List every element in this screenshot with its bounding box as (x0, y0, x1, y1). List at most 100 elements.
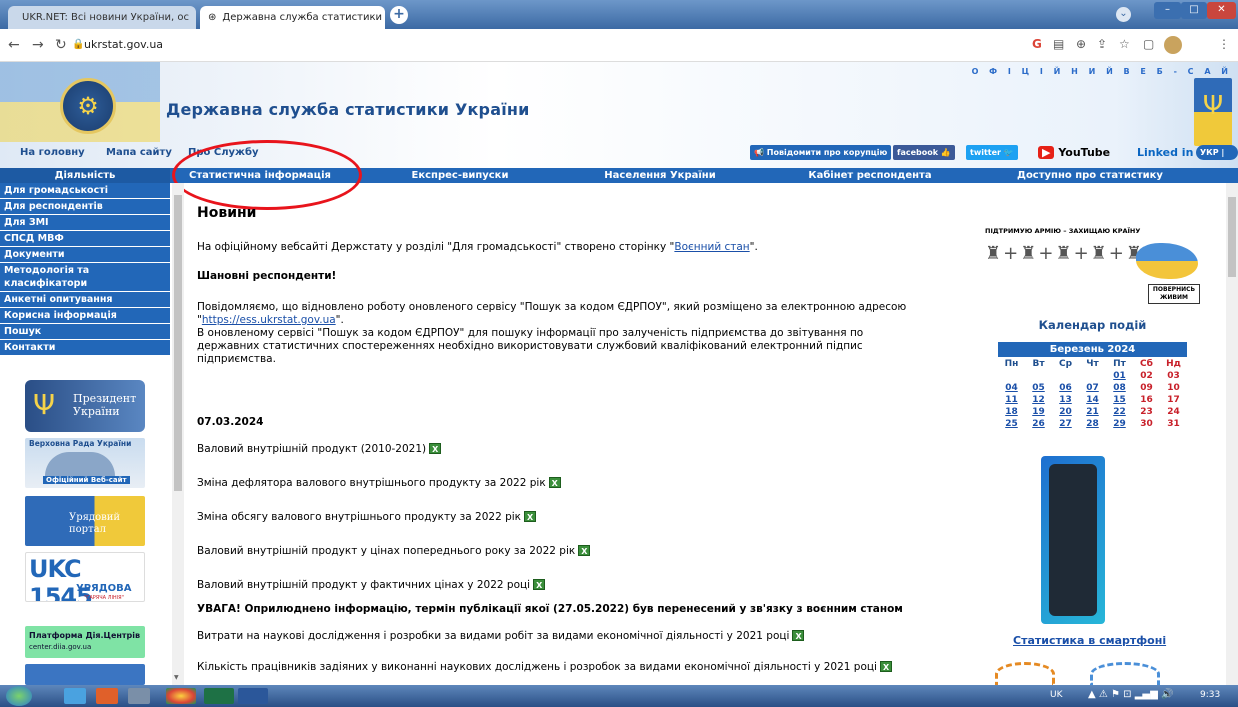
excel-icon[interactable] (524, 511, 537, 524)
news-item[interactable]: Зміна обсягу валового внутрішнього проду… (197, 511, 957, 524)
news-item[interactable]: Валовий внутрішній продукт (2010-2021) (197, 443, 957, 456)
calendar-day[interactable]: 13 (1052, 395, 1079, 405)
news-item[interactable]: Валовий внутрішній продукт у фактичних ц… (197, 579, 957, 592)
excel-taskbar-icon[interactable] (204, 688, 234, 704)
translate-icon[interactable]: ▤ (1053, 37, 1064, 51)
calendar-day[interactable]: 19 (1025, 407, 1052, 417)
calendar-day[interactable]: 12 (1025, 395, 1052, 405)
news-item[interactable]: Валовий внутрішній продукт у цінах попер… (197, 545, 957, 558)
home-link[interactable]: На головну (20, 147, 85, 158)
calendar-day[interactable]: 29 (1106, 419, 1133, 429)
come-back-alive-badge[interactable]: ПОВЕРНИСЬ ЖИВИМ (1148, 284, 1200, 304)
twitter-button[interactable]: twitter 🐦 (966, 145, 1018, 160)
news-item[interactable]: Витрати на наукові дослідження і розробк… (197, 630, 957, 643)
scrollbar-thumb[interactable] (1228, 197, 1236, 277)
calendar-day[interactable]: 22 (1106, 407, 1133, 417)
excel-icon[interactable] (429, 443, 442, 456)
news-item-label[interactable]: Зміна дефлятора валового внутрішнього пр… (197, 477, 546, 489)
news-item-label[interactable]: Витрати на наукові дослідження і розробк… (197, 630, 789, 642)
calendar-day[interactable]: 26 (1025, 419, 1052, 429)
ukrstat-logo-icon[interactable]: ⚙ (60, 78, 116, 134)
language-indicator[interactable]: UK (1050, 690, 1063, 700)
zoom-icon[interactable]: ⊕ (1076, 37, 1086, 51)
nav-activity[interactable]: Діяльність (0, 168, 170, 183)
calendar-day[interactable]: 27 (1052, 419, 1079, 429)
news-item[interactable]: Зміна дефлятора валового внутрішнього пр… (197, 477, 957, 490)
calendar-day[interactable]: 18 (998, 407, 1025, 417)
calendar-day[interactable]: 05 (1025, 383, 1052, 393)
tab-ukrstat[interactable]: ⊛ Державна служба статистики Ук ✕ (200, 6, 385, 29)
google-translate-icon[interactable]: G (1032, 37, 1042, 51)
smartphone-banner[interactable] (1041, 456, 1105, 624)
excel-icon[interactable] (879, 661, 892, 674)
banner-president[interactable]: Ψ Президент України (25, 380, 145, 432)
bookmark-star-icon[interactable]: ☆ (1119, 37, 1130, 51)
reload-icon[interactable]: ↻ (55, 37, 67, 53)
sidebar-item-surveys[interactable]: Анкетні опитування (0, 292, 170, 308)
tab-ukrnet[interactable]: UKR.NET: Всі новини України, ос ✕ (8, 6, 196, 29)
close-icon[interactable]: ✕ (195, 11, 196, 24)
news-item-label[interactable]: Кількість працівників задіяних у виконан… (197, 661, 877, 673)
calendar-day[interactable]: 20 (1052, 407, 1079, 417)
youtube-button[interactable]: ▶ YouTube (1034, 145, 1114, 160)
excel-icon[interactable] (578, 545, 591, 558)
nav-population[interactable]: Населення України (570, 168, 750, 183)
explorer-icon[interactable] (64, 688, 86, 704)
banner-agency[interactable] (25, 664, 145, 685)
excel-icon[interactable] (533, 579, 546, 592)
calendar-day[interactable]: 06 (1052, 383, 1079, 393)
news-item-label[interactable]: Зміна обсягу валового внутрішнього проду… (197, 511, 521, 523)
minimize-button[interactable]: – (1154, 2, 1181, 19)
language-switch[interactable]: УКР | ENG (1196, 145, 1238, 160)
sidebar-scrollbar[interactable]: ▼ (172, 183, 184, 685)
app-icon[interactable] (128, 688, 150, 704)
excel-icon[interactable] (792, 630, 805, 643)
window-close-button[interactable]: ✕ (1207, 2, 1236, 19)
linkedin-button[interactable]: Linked in (1133, 145, 1197, 160)
facebook-button[interactable]: facebook 👍 (893, 145, 955, 160)
word-taskbar-icon[interactable] (238, 688, 268, 704)
sidebar-item-public[interactable]: Для громадськості (0, 183, 170, 199)
clock[interactable]: 9:33 (1200, 690, 1220, 700)
sidebar-item-contacts[interactable]: Контакти (0, 340, 170, 356)
side-panel-icon[interactable]: ▢ (1143, 37, 1154, 51)
news-item-label[interactable]: Валовий внутрішній продукт (2010-2021) (197, 443, 426, 455)
sidebar-item-useful-info[interactable]: Корисна інформація (0, 308, 170, 324)
sidebar-item-documents[interactable]: Документи (0, 247, 170, 263)
news-item-label[interactable]: Валовий внутрішній продукт у фактичних ц… (197, 579, 530, 591)
sidebar-item-respondents[interactable]: Для респондентів (0, 199, 170, 215)
calendar-day[interactable]: 11 (998, 395, 1025, 405)
calendar-day[interactable]: 01 (1106, 371, 1133, 381)
banner-government-portal[interactable]: Урядовий портал (25, 496, 145, 546)
sidebar-item-sdds[interactable]: СПСД МВФ (0, 231, 170, 247)
calendar-day[interactable]: 14 (1079, 395, 1106, 405)
war-state-link[interactable]: Воєнний стан (674, 241, 749, 253)
army-banner[interactable]: ♜+♜+♜+♜+♜= (985, 243, 1159, 295)
smartphone-stats-link[interactable]: Статистика в смартфоні (1013, 634, 1166, 647)
sitemap-link[interactable]: Мапа сайту (106, 147, 172, 158)
new-tab-button[interactable]: + (390, 6, 408, 24)
banner-rada[interactable]: Верховна Рада України Офіційний Веб-сайт (25, 438, 145, 488)
tab-search-icon[interactable]: ⌄ (1116, 7, 1131, 22)
calendar-day[interactable]: 07 (1079, 383, 1106, 393)
sidebar-item-methodology[interactable]: Методологія та класифікатори (0, 263, 170, 292)
menu-dots-icon[interactable]: ⋮ (1218, 37, 1230, 51)
news-item[interactable]: Кількість працівників задіяних у виконан… (197, 661, 957, 674)
maximize-button[interactable]: □ (1181, 2, 1207, 19)
scroll-down-icon[interactable]: ▼ (174, 674, 179, 681)
forward-arrow-icon[interactable]: → (32, 37, 44, 53)
excel-icon[interactable] (548, 477, 561, 490)
nav-accessible-stats[interactable]: Доступно про статистику (990, 168, 1190, 183)
page-scrollbar[interactable] (1226, 183, 1238, 685)
banner-dia-centers[interactable]: Платформа Дія.Центрів center.diia.gov.ua (25, 626, 145, 658)
start-button-icon[interactable] (6, 686, 32, 706)
media-player-icon[interactable] (96, 688, 118, 704)
scrollbar-thumb[interactable] (174, 195, 182, 491)
lock-icon[interactable]: 🔒 (72, 39, 84, 50)
calendar-day[interactable]: 08 (1106, 383, 1133, 393)
calendar-day[interactable]: 15 (1106, 395, 1133, 405)
share-icon[interactable]: ⇪ (1097, 37, 1107, 51)
site-title[interactable]: Державна служба статистики України (166, 100, 530, 119)
calendar-day[interactable]: 25 (998, 419, 1025, 429)
banner-hotline[interactable]: UKC 1545 УРЯДОВА "ГАРЯЧА ЛІНІЯ" (25, 552, 145, 602)
